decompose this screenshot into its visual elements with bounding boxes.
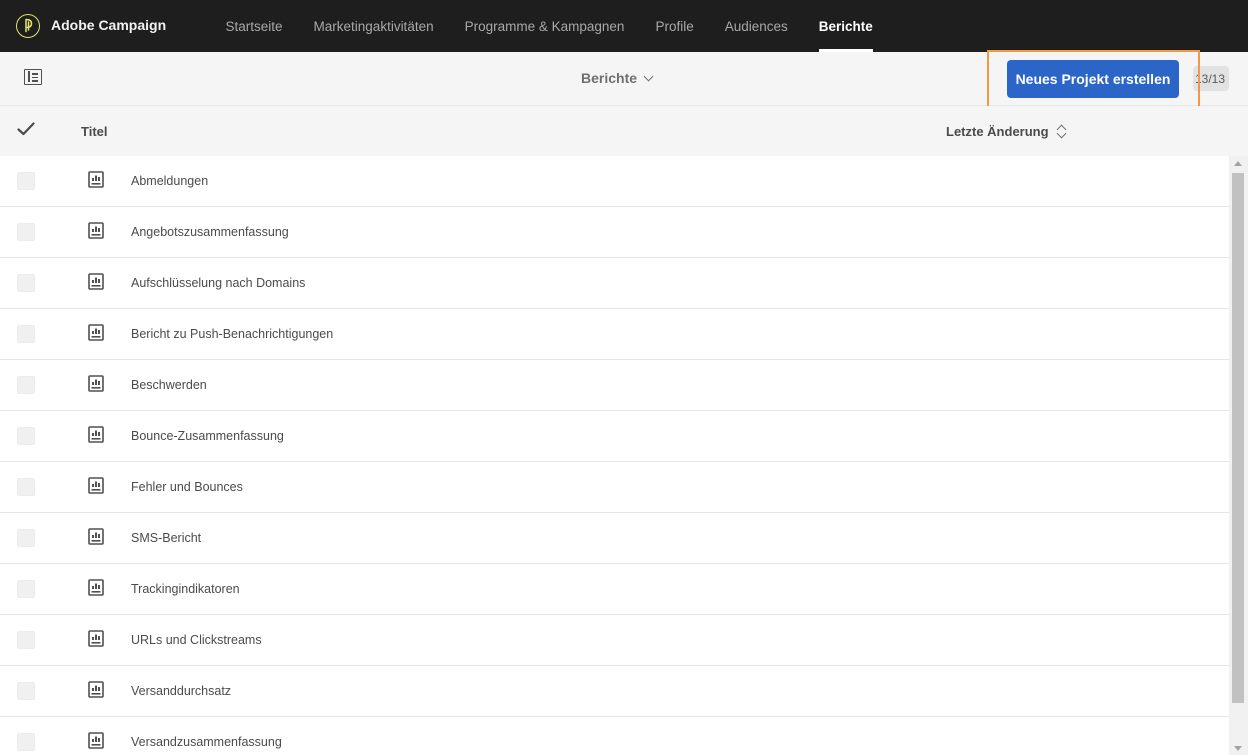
report-list: Abmeldungen Angebotszusammenfassung Aufsch… xyxy=(0,156,1229,755)
row-checkbox[interactable] xyxy=(17,733,35,751)
row-title[interactable]: URLs und Clickstreams xyxy=(131,633,262,647)
row-title[interactable]: Angebotszusammenfassung xyxy=(131,225,289,239)
list-row[interactable]: Trackingindikatoren xyxy=(0,564,1229,615)
nav-item-profile[interactable]: Profile xyxy=(640,0,709,52)
report-icon xyxy=(88,273,104,290)
list-row[interactable]: Versandzusammenfassung xyxy=(0,717,1229,755)
checkmark-icon[interactable] xyxy=(17,120,35,138)
report-icon xyxy=(88,579,104,596)
report-icon xyxy=(88,426,104,443)
panel-toggle-icon[interactable] xyxy=(24,69,42,85)
row-checkbox[interactable] xyxy=(17,376,35,394)
list-row[interactable]: Versanddurchsatz xyxy=(0,666,1229,717)
row-title[interactable]: Aufschlüsselung nach Domains xyxy=(131,276,305,290)
list-row[interactable]: Fehler und Bounces xyxy=(0,462,1229,513)
view-title-label: Berichte xyxy=(581,70,638,86)
row-title[interactable]: Fehler und Bounces xyxy=(131,480,243,494)
report-icon xyxy=(88,324,104,341)
row-checkbox[interactable] xyxy=(17,478,35,496)
row-title[interactable]: Bounce-Zusammenfassung xyxy=(131,429,284,443)
main-nav: Startseite Marketingaktivitäten Programme … xyxy=(210,0,888,52)
list-row[interactable]: SMS-Bericht xyxy=(0,513,1229,564)
chevron-down-icon xyxy=(643,71,654,81)
view-title-dropdown[interactable]: Berichte xyxy=(581,70,654,86)
report-icon xyxy=(88,375,104,392)
report-icon xyxy=(88,477,104,494)
nav-item-berichte[interactable]: Berichte xyxy=(803,0,888,52)
row-title[interactable]: Abmeldungen xyxy=(131,174,208,188)
row-title[interactable]: SMS-Bericht xyxy=(131,531,201,545)
row-title[interactable]: Versanddurchsatz xyxy=(131,684,231,698)
adobe-campaign-logo-icon[interactable] xyxy=(16,14,40,38)
row-checkbox[interactable] xyxy=(17,631,35,649)
list-row[interactable]: Beschwerden xyxy=(0,360,1229,411)
vertical-scrollbar[interactable] xyxy=(1229,156,1248,755)
scroll-down-arrow-icon[interactable] xyxy=(1234,746,1242,751)
row-title[interactable]: Trackingindikatoren xyxy=(131,582,240,596)
scroll-up-arrow-icon[interactable] xyxy=(1234,161,1242,166)
button-highlight-frame xyxy=(987,50,1200,111)
list-row[interactable]: Bericht zu Push-Benachrichtigungen xyxy=(0,309,1229,360)
scrollbar-thumb[interactable] xyxy=(1232,173,1244,703)
row-checkbox[interactable] xyxy=(17,529,35,547)
row-checkbox[interactable] xyxy=(17,427,35,445)
row-title[interactable]: Beschwerden xyxy=(131,378,207,392)
report-icon xyxy=(88,732,104,749)
report-icon xyxy=(88,222,104,239)
list-header: Titel Letzte Änderung xyxy=(0,106,1248,156)
sort-icon[interactable] xyxy=(1057,125,1067,139)
brand-name[interactable]: Adobe Campaign xyxy=(51,17,166,33)
row-title[interactable]: Bericht zu Push-Benachrichtigungen xyxy=(131,327,333,341)
report-icon xyxy=(88,630,104,647)
row-checkbox[interactable] xyxy=(17,223,35,241)
nav-item-audiences[interactable]: Audiences xyxy=(709,0,803,52)
list-row[interactable]: URLs und Clickstreams xyxy=(0,615,1229,666)
row-checkbox[interactable] xyxy=(17,580,35,598)
report-icon xyxy=(88,171,104,188)
row-checkbox[interactable] xyxy=(17,274,35,292)
row-title[interactable]: Versandzusammenfassung xyxy=(131,735,282,749)
nav-item-marketingaktivitäten[interactable]: Marketingaktivitäten xyxy=(298,0,449,52)
column-header-last-modified-label: Letzte Änderung xyxy=(946,124,1049,139)
report-icon xyxy=(88,681,104,698)
list-row[interactable]: Aufschlüsselung nach Domains xyxy=(0,258,1229,309)
top-navigation-bar: Adobe Campaign Startseite Marketingaktivi… xyxy=(0,0,1248,52)
row-checkbox[interactable] xyxy=(17,172,35,190)
list-row[interactable]: Bounce-Zusammenfassung xyxy=(0,411,1229,462)
report-icon xyxy=(88,528,104,545)
column-header-title[interactable]: Titel xyxy=(81,124,108,139)
list-row[interactable]: Abmeldungen xyxy=(0,156,1229,207)
nav-item-startseite[interactable]: Startseite xyxy=(210,0,298,52)
nav-item-programme-kampagnen[interactable]: Programme & Kampagnen xyxy=(449,0,640,52)
list-row[interactable]: Angebotszusammenfassung xyxy=(0,207,1229,258)
row-checkbox[interactable] xyxy=(17,325,35,343)
row-checkbox[interactable] xyxy=(17,682,35,700)
column-header-last-modified[interactable]: Letzte Änderung xyxy=(946,124,1067,139)
